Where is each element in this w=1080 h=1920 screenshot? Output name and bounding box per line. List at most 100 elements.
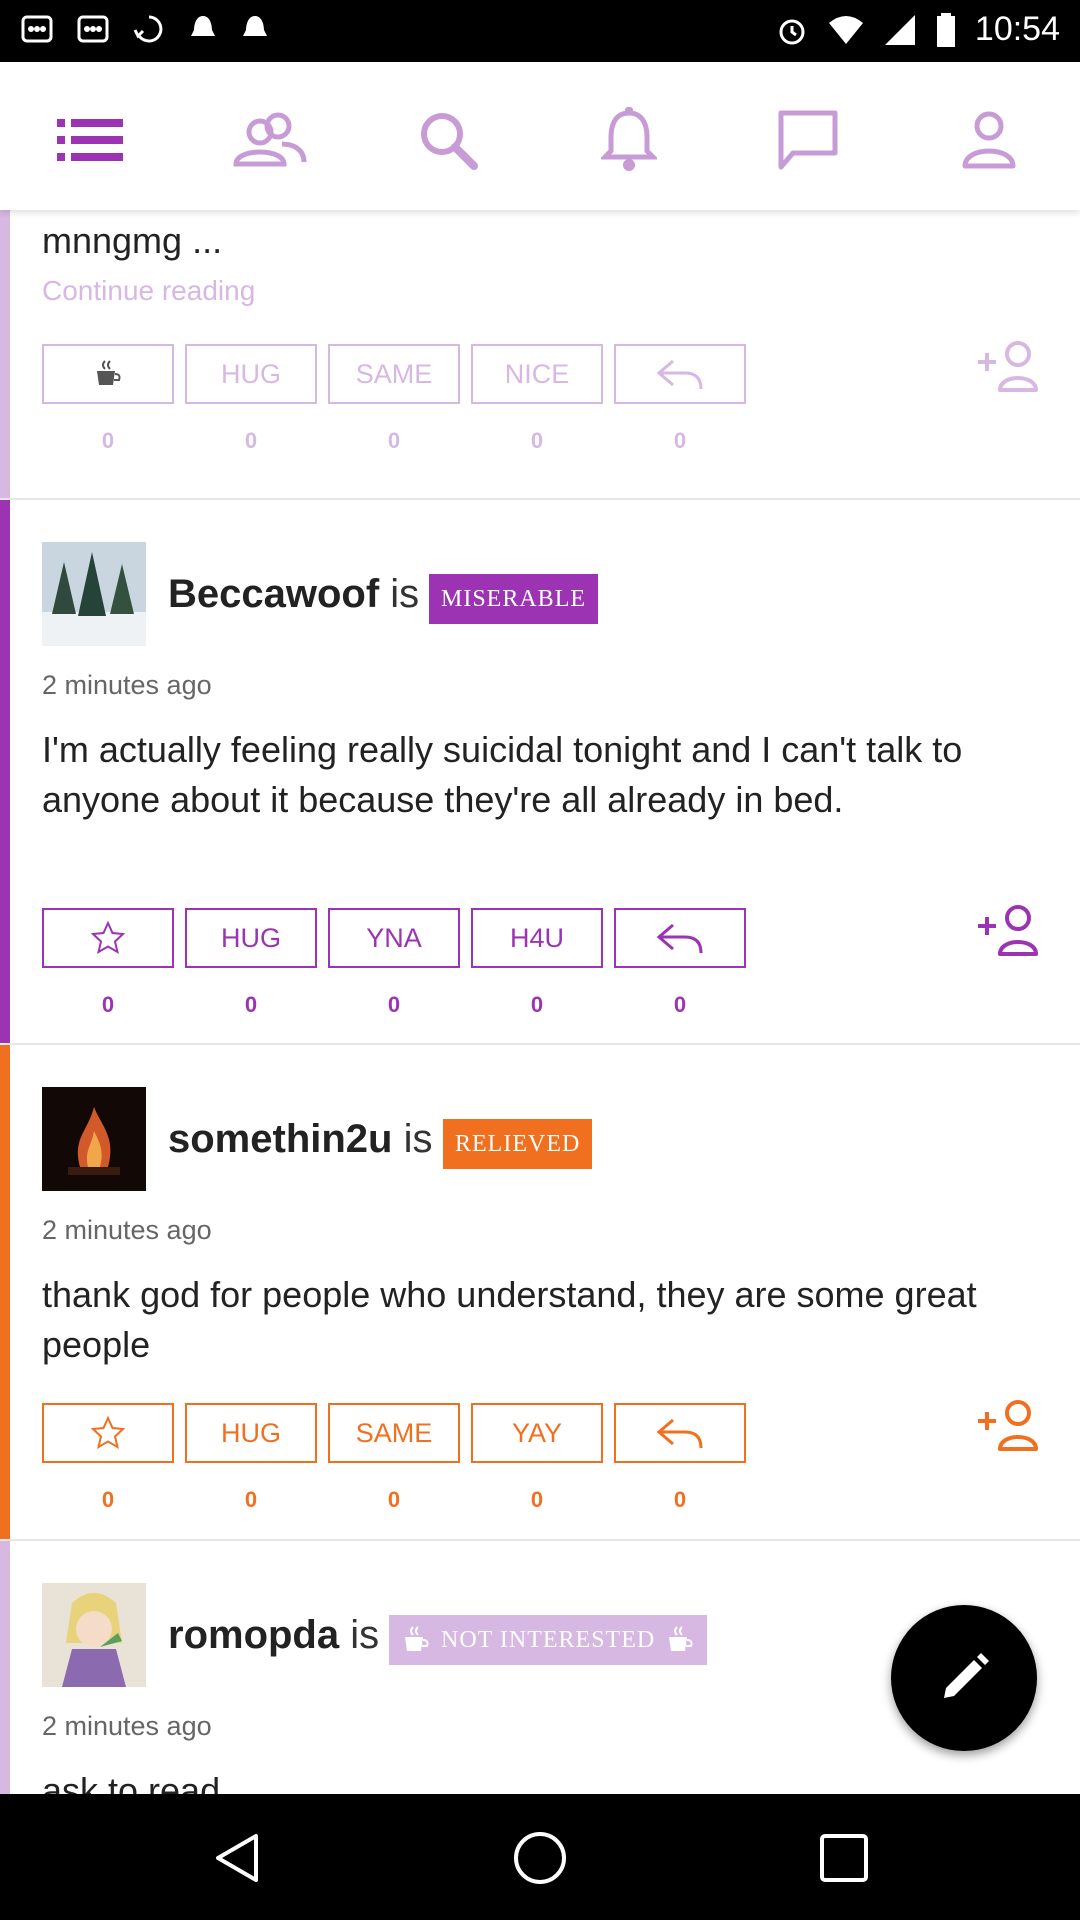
pencil-icon: [944, 1653, 989, 1698]
post-text: thank god for people who understand, the…: [42, 1274, 977, 1365]
coffee-reaction-button[interactable]: [42, 344, 174, 404]
home-icon[interactable]: [512, 1830, 568, 1886]
menu-list-icon[interactable]: [50, 100, 130, 180]
reaction-bar: HUG SAME YAY 0 0 0 0 0: [42, 1403, 1042, 1523]
avatar[interactable]: [42, 1087, 146, 1191]
post-card-partial: mnngmg ... Continue reading HUG SAME NIC…: [0, 210, 1080, 500]
top-navigation: [0, 62, 1080, 210]
add-friend-icon[interactable]: [976, 1399, 1040, 1451]
app-notification-icon: [243, 16, 267, 36]
status-bar: 10:54: [0, 0, 1080, 62]
post-text: mnngmg ...: [42, 220, 223, 261]
post-text: I'm actually feeling really suicidal ton…: [42, 729, 963, 820]
reply-button[interactable]: [614, 344, 746, 404]
reaction-count: 0: [244, 1487, 258, 1512]
wifi-icon: [828, 15, 863, 44]
reply-button[interactable]: [614, 1403, 746, 1463]
mood-stripe: [0, 500, 10, 1043]
post-text: ask to read: [42, 1770, 221, 1794]
recents-icon[interactable]: [816, 1830, 872, 1886]
system-navigation-bar: [0, 1794, 1080, 1920]
post-card: somethin2u is RELIEVED 2 minutes ago tha…: [0, 1045, 1080, 1541]
mood-feed[interactable]: mnngmg ... Continue reading HUG SAME NIC…: [0, 210, 1080, 1794]
reaction-count: 0: [530, 1487, 544, 1512]
reaction-bar: HUG YNA H4U 0 0 0 0 0: [42, 908, 1042, 1028]
coffee-icon: [97, 360, 121, 385]
username-text[interactable]: somethin2u: [168, 1117, 392, 1161]
hug-reaction-button[interactable]: HUG: [185, 1403, 317, 1463]
nice-reaction-button[interactable]: NICE: [471, 344, 603, 404]
mood-badge[interactable]: RELIEVED: [443, 1119, 593, 1169]
is-word: is: [403, 1117, 433, 1161]
same-reaction-button[interactable]: SAME: [328, 1403, 460, 1463]
reaction-count: 0: [244, 992, 258, 1017]
alarm-icon: [779, 19, 805, 44]
hug-reaction-button[interactable]: HUG: [185, 908, 317, 968]
is-word: is: [350, 1613, 380, 1657]
sync-icon: [133, 15, 163, 43]
continue-reading-link[interactable]: Continue reading: [42, 275, 255, 307]
same-reaction-button[interactable]: SAME: [328, 344, 460, 404]
reaction-count: 0: [387, 428, 401, 453]
mood-stripe: [0, 210, 10, 498]
add-friend-icon[interactable]: [976, 340, 1040, 392]
avatar[interactable]: [42, 542, 146, 646]
star-icon: [90, 1415, 126, 1450]
mood-badge[interactable]: NOT INTERESTED: [389, 1615, 708, 1665]
reaction-count: 0: [101, 428, 115, 453]
avatar[interactable]: [42, 1583, 146, 1687]
is-word: is: [390, 572, 420, 616]
battery-icon: [936, 12, 955, 47]
reaction-count: 0: [101, 1487, 115, 1512]
bell-icon[interactable]: [589, 100, 669, 180]
coffee-icon: [405, 1626, 429, 1651]
star-icon: [90, 920, 126, 955]
yna-reaction-button[interactable]: YNA: [328, 908, 460, 968]
star-reaction-button[interactable]: [42, 908, 174, 968]
signal-icon: [884, 14, 915, 45]
reaction-count: 0: [530, 992, 544, 1017]
chat-icon[interactable]: [768, 100, 848, 180]
friends-icon[interactable]: [230, 100, 310, 180]
add-friend-icon[interactable]: [976, 904, 1040, 956]
notification-icon: [77, 15, 109, 43]
mood-badge[interactable]: MISERABLE: [429, 574, 599, 624]
reply-icon: [656, 923, 703, 954]
reaction-count: 0: [101, 992, 115, 1017]
reaction-count: 0: [244, 428, 258, 453]
h4u-reaction-button[interactable]: H4U: [471, 908, 603, 968]
username-text[interactable]: Beccawoof: [168, 572, 379, 616]
reaction-count: 0: [387, 992, 401, 1017]
notification-icon: [21, 15, 53, 43]
app-notification-icon: [191, 16, 215, 36]
back-icon[interactable]: [210, 1830, 266, 1886]
mood-stripe: [0, 1045, 10, 1539]
search-icon[interactable]: [408, 100, 488, 180]
timestamp: 2 minutes ago: [42, 1215, 212, 1245]
reply-icon: [656, 1418, 703, 1449]
compose-post-button[interactable]: [891, 1605, 1037, 1751]
mood-stripe: [0, 1541, 10, 1794]
reply-icon: [656, 359, 703, 390]
reaction-count: 0: [530, 428, 544, 453]
reaction-bar: HUG SAME NICE 0 0 0 0 0: [42, 344, 1042, 464]
mood-badge-label: NOT INTERESTED: [441, 1627, 656, 1653]
reply-button[interactable]: [614, 908, 746, 968]
username-text[interactable]: romopda: [168, 1613, 339, 1657]
star-reaction-button[interactable]: [42, 1403, 174, 1463]
clock: 10:54: [974, 10, 1060, 48]
reaction-count: 0: [673, 1487, 687, 1512]
username[interactable]: somethin2u is: [168, 1117, 433, 1162]
profile-icon[interactable]: [949, 100, 1029, 180]
username[interactable]: romopda is: [168, 1613, 379, 1658]
reaction-count: 0: [387, 1487, 401, 1512]
username[interactable]: Beccawoof is: [168, 572, 419, 617]
timestamp: 2 minutes ago: [42, 670, 212, 700]
timestamp: 2 minutes ago: [42, 1711, 212, 1741]
reaction-count: 0: [673, 992, 687, 1017]
hug-reaction-button[interactable]: HUG: [185, 344, 317, 404]
post-card: Beccawoof is MISERABLE 2 minutes ago I'm…: [0, 500, 1080, 1045]
yay-reaction-button[interactable]: YAY: [471, 1403, 603, 1463]
reaction-count: 0: [673, 428, 687, 453]
coffee-icon: [669, 1626, 693, 1651]
